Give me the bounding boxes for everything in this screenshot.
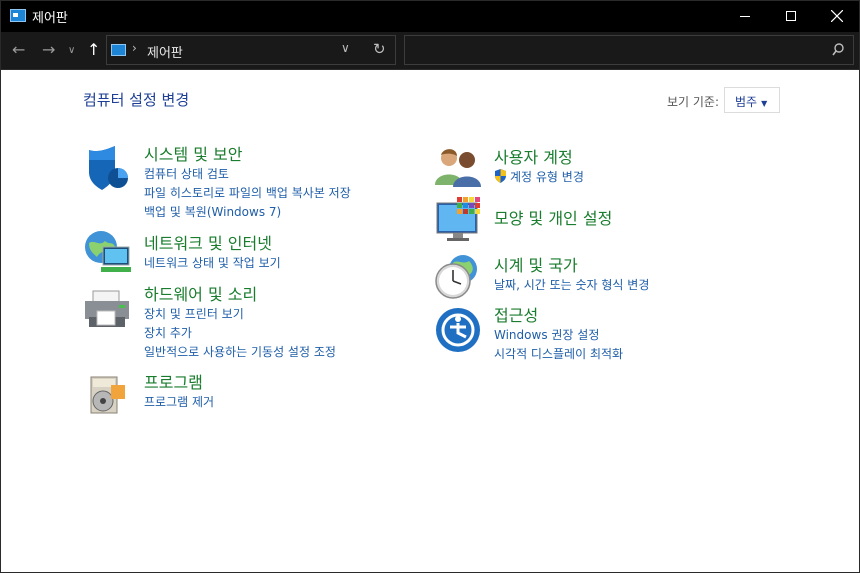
navigation-bar: ← → ∨ ↑ › 제어판 ∨ ↻	[1, 32, 859, 70]
category-hardware-sound: 하드웨어 및 소리 장치 및 프린터 보기 장치 추가 일반적으로 사용하는 기…	[144, 281, 336, 362]
category-programs: 프로그램 프로그램 제거	[144, 369, 214, 412]
refresh-icon[interactable]: ↻	[373, 40, 386, 58]
category-user-accounts: 사용자 계정 계정 유형 변경	[494, 144, 584, 187]
clock-globe-icon[interactable]	[433, 253, 481, 301]
users-icon[interactable]	[435, 147, 483, 187]
category-ease-of-access: 접근성 Windows 권장 설정 시각적 디스플레이 최적화	[494, 302, 623, 364]
category-link[interactable]: Windows 권장 설정	[494, 326, 623, 345]
category-link-label: 계정 유형 변경	[510, 170, 584, 184]
address-bar[interactable]: › 제어판 ∨ ↻	[106, 35, 396, 65]
shield-icon[interactable]	[85, 146, 131, 192]
category-link[interactable]: 장치 추가	[144, 324, 336, 343]
maximize-icon	[786, 11, 796, 21]
category-title[interactable]: 하드웨어 및 소리	[144, 281, 336, 305]
address-dropdown-icon[interactable]: ∨	[341, 41, 350, 55]
category-title[interactable]: 접근성	[494, 302, 623, 326]
category-title[interactable]: 사용자 계정	[494, 144, 584, 168]
category-link[interactable]: 백업 및 복원(Windows 7)	[144, 203, 351, 222]
control-panel-icon	[111, 44, 126, 56]
category-link[interactable]: 시각적 디스플레이 최적화	[494, 345, 623, 364]
printer-icon[interactable]	[83, 289, 133, 333]
close-icon	[830, 9, 844, 23]
category-link[interactable]: 컴퓨터 상태 검토	[144, 165, 351, 184]
accessibility-icon[interactable]	[435, 307, 481, 353]
category-link[interactable]: 날짜, 시간 또는 숫자 형식 변경	[494, 276, 649, 295]
category-link[interactable]: 파일 히스토리로 파일의 백업 복사본 저장	[144, 184, 351, 203]
category-title[interactable]: 모양 및 개인 설정	[494, 205, 612, 229]
category-appearance-personalization: 모양 및 개인 설정	[494, 205, 612, 229]
network-globe-icon[interactable]	[83, 229, 133, 277]
category-title[interactable]: 프로그램	[144, 369, 214, 393]
category-link[interactable]: 장치 및 프린터 보기	[144, 305, 336, 324]
breadcrumb-item[interactable]: 제어판	[147, 42, 183, 61]
category-system-security: 시스템 및 보안 컴퓨터 상태 검토 파일 히스토리로 파일의 백업 복사본 저…	[144, 141, 351, 222]
search-box[interactable]	[404, 35, 854, 65]
maximize-button[interactable]	[768, 1, 814, 32]
category-network-internet: 네트워크 및 인터넷 네트워크 상태 및 작업 보기	[144, 230, 281, 273]
category-link[interactable]: 네트워크 상태 및 작업 보기	[144, 254, 281, 273]
up-arrow-icon[interactable]: ↑	[87, 40, 100, 60]
view-by-select[interactable]: 범주 ▼	[724, 87, 780, 113]
control-panel-window: 제어판 ← → ∨ ↑ › 제어판 ∨ ↻ 컴퓨터 설정 변경 보기 기준: 범…	[0, 0, 860, 573]
minimize-button[interactable]	[722, 1, 768, 32]
category-title[interactable]: 네트워크 및 인터넷	[144, 230, 281, 254]
recent-locations-chevron-icon[interactable]: ∨	[68, 41, 75, 61]
monitor-palette-icon[interactable]	[435, 197, 483, 243]
programs-disc-icon[interactable]	[87, 371, 129, 417]
view-by-label: 보기 기준:	[667, 95, 720, 109]
back-arrow-icon[interactable]: ←	[12, 40, 25, 60]
title-bar: 제어판	[1, 1, 859, 32]
category-link[interactable]: 계정 유형 변경	[494, 168, 584, 187]
minimize-icon	[740, 15, 750, 17]
category-link[interactable]: 프로그램 제거	[144, 393, 214, 412]
category-clock-region: 시계 및 국가 날짜, 시간 또는 숫자 형식 변경	[494, 252, 649, 295]
dropdown-caret-icon: ▼	[761, 99, 768, 108]
control-panel-icon	[10, 9, 26, 22]
view-by-value: 범주	[735, 95, 758, 109]
category-link[interactable]: 일반적으로 사용하는 기동성 설정 조정	[144, 343, 336, 362]
search-icon[interactable]	[832, 43, 844, 57]
breadcrumb-chevron-icon[interactable]: ›	[132, 41, 137, 55]
window-title: 제어판	[32, 11, 68, 26]
forward-arrow-icon[interactable]: →	[42, 40, 55, 60]
uac-shield-icon	[495, 169, 506, 183]
close-button[interactable]	[814, 1, 860, 32]
category-title[interactable]: 시스템 및 보안	[144, 141, 351, 165]
category-title[interactable]: 시계 및 국가	[494, 252, 649, 276]
page-title: 컴퓨터 설정 변경	[83, 91, 190, 109]
